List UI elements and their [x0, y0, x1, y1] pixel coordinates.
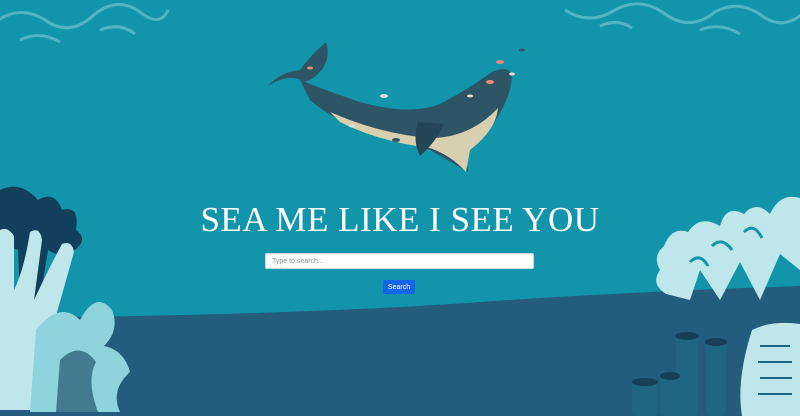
search-button[interactable]: Search — [383, 280, 415, 294]
hero-title: SEA ME LIKE I SEE YOU — [200, 200, 600, 239]
search-input[interactable] — [265, 253, 534, 269]
